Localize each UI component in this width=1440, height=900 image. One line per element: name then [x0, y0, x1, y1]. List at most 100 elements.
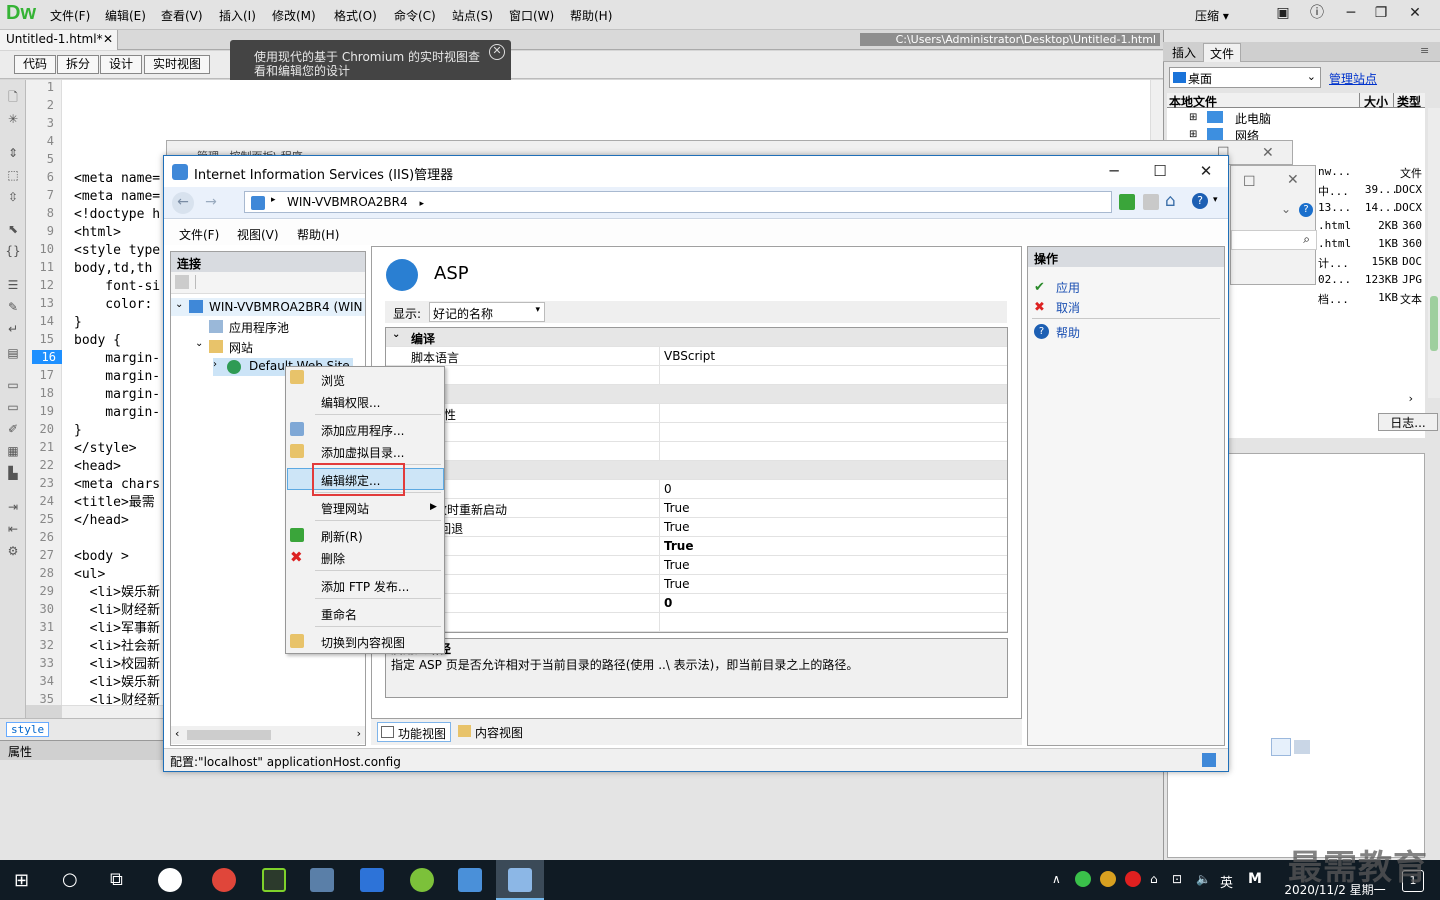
menu-window[interactable]: 窗口(W): [509, 7, 554, 24]
grid-row[interactable]: 性: [386, 613, 1007, 632]
bg-close-icon-2[interactable]: ✕: [1287, 172, 1299, 188]
tag-style[interactable]: style: [6, 722, 50, 737]
apply-comment-icon[interactable]: ▭: [5, 378, 21, 392]
grid-row[interactable]: 置更改时重新启动 True: [386, 499, 1007, 518]
details-view-icon[interactable]: [1271, 738, 1291, 756]
grid-row[interactable]: 性: [386, 423, 1007, 442]
app-icon-4[interactable]: [410, 868, 434, 892]
ime-indicator[interactable]: 英: [1220, 872, 1233, 891]
context-menu-item[interactable]: 删除: [321, 550, 345, 567]
expand-all-icon[interactable]: ⇳: [5, 190, 21, 204]
home-icon[interactable]: ⌂: [1165, 191, 1176, 211]
tab-files[interactable]: 文件: [1203, 43, 1242, 62]
qq-icon[interactable]: [1100, 871, 1116, 887]
task-view-icon[interactable]: ⧉: [110, 869, 123, 890]
move-css-icon[interactable]: ▙: [5, 466, 21, 480]
expand-icon[interactable]: ⊞: [1189, 129, 1197, 140]
bg-maximize-icon[interactable]: ☐: [1243, 174, 1256, 190]
context-menu-item[interactable]: 管理网站: [321, 500, 369, 517]
iis-close-icon[interactable]: ✕: [1183, 160, 1229, 184]
menu-help[interactable]: 帮助(H): [570, 7, 612, 24]
syntax-icon[interactable]: ▤: [5, 346, 21, 360]
site-select[interactable]: 桌面 ⌄: [1169, 67, 1321, 88]
grid-row[interactable]: 冲True: [386, 556, 1007, 575]
chevron-down-icon[interactable]: ▾: [1213, 195, 1218, 205]
collapse-icon[interactable]: ⌄: [195, 338, 203, 349]
forward-icon[interactable]: →: [200, 192, 222, 214]
grid-group-row[interactable]: ⌄ 编译: [386, 328, 1007, 347]
context-menu-item[interactable]: 添加 FTP 发布...: [321, 578, 409, 595]
outdent-icon[interactable]: ⇤: [5, 522, 21, 536]
remove-comment-icon[interactable]: ▭: [5, 400, 21, 414]
info-icon[interactable]: ⓘ: [1298, 2, 1336, 26]
menu-insert[interactable]: 插入(I): [219, 7, 256, 24]
start-icon[interactable]: ⊞: [14, 870, 29, 891]
ime-mode-icon[interactable]: M: [1248, 871, 1262, 887]
panel-menu-icon[interactable]: ≡: [1420, 44, 1429, 57]
live-view-button[interactable]: 实时视图: [144, 55, 211, 74]
properties-label[interactable]: 属性: [8, 743, 32, 760]
connections-hscrollbar[interactable]: ‹ ›: [171, 726, 365, 744]
close-icon[interactable]: ✕: [1396, 2, 1434, 26]
notification-icon[interactable]: ⌂: [1150, 872, 1158, 886]
grid-row[interactable]: 置 ID0: [386, 594, 1007, 613]
collapse-icon[interactable]: ⌄: [175, 299, 183, 310]
grid-row[interactable]: lus 属性: [386, 404, 1007, 423]
log-button[interactable]: 日志...: [1378, 413, 1438, 431]
iis-menu-file[interactable]: 文件(F): [179, 226, 219, 243]
tray-chevron-icon[interactable]: ∧: [1052, 872, 1061, 886]
recent-snippets-icon[interactable]: ▦: [5, 444, 21, 458]
iis-maximize-icon[interactable]: ☐: [1137, 160, 1183, 184]
tab-content-view[interactable]: 内容视图: [455, 722, 527, 742]
line-numbers-icon[interactable]: ☰: [5, 278, 21, 292]
context-menu-item[interactable]: 添加应用程序...: [321, 422, 404, 439]
tab-insert[interactable]: 插入: [1166, 43, 1202, 62]
back-icon[interactable]: ←: [172, 192, 194, 214]
bg-help-icon[interactable]: ?: [1299, 203, 1313, 217]
indent-icon[interactable]: ⇥: [5, 500, 21, 514]
dreamweaver-icon[interactable]: [262, 868, 286, 892]
extension-icon[interactable]: ▣: [1264, 2, 1302, 26]
design-view-button[interactable]: 设计: [100, 55, 143, 74]
grid-group-row[interactable]: [386, 461, 1007, 480]
grid-row[interactable]: 0: [386, 480, 1007, 499]
bg-close-icon[interactable]: ✕: [1262, 145, 1274, 161]
app-icon-2[interactable]: [310, 868, 334, 892]
search-icon[interactable]: ○: [62, 869, 78, 890]
grid-row[interactable]: 脚本语言 VBScript: [386, 347, 1007, 366]
menu-command[interactable]: 命令(C): [394, 7, 436, 24]
app-icon-3[interactable]: [360, 868, 384, 892]
context-menu-item[interactable]: 添加虚拟目录...: [321, 444, 404, 461]
grid-row[interactable]: 路径True: [386, 537, 1007, 556]
context-menu-item[interactable]: 浏览: [321, 372, 345, 389]
stop-icon[interactable]: [1143, 194, 1159, 210]
grid-row[interactable]: TML 回退True: [386, 518, 1007, 537]
refresh-icon[interactable]: [1119, 194, 1135, 210]
tree-this-pc[interactable]: 此电脑: [1235, 110, 1271, 127]
help-icon[interactable]: ?: [1192, 193, 1208, 209]
format-source-icon[interactable]: ⚙: [5, 544, 21, 558]
manage-sites-link[interactable]: 管理站点: [1329, 70, 1377, 87]
app-icon-1[interactable]: [158, 868, 182, 892]
tree-server[interactable]: ⌄ WIN-VVBMROA2BR4 (WIN: [171, 298, 365, 316]
action-cancel[interactable]: 取消: [1056, 299, 1080, 316]
scroll-thumb[interactable]: [187, 730, 271, 740]
collapse-selection-icon[interactable]: ⬚: [5, 168, 21, 182]
highlight-invalid-icon[interactable]: ✎: [5, 300, 21, 314]
action-apply[interactable]: 应用: [1056, 279, 1080, 296]
select-parent-tag-icon[interactable]: ⬉: [5, 222, 21, 236]
chrome-icon[interactable]: [212, 868, 236, 892]
grid-row[interactable]: 性: [386, 442, 1007, 461]
grid-row[interactable]: 编码True: [386, 575, 1007, 594]
menu-edit[interactable]: 编辑(E): [105, 7, 146, 24]
context-menu-item[interactable]: 切换到内容视图: [321, 634, 405, 651]
iis-menu-view[interactable]: 视图(V): [237, 226, 279, 243]
menu-file[interactable]: 文件(F): [50, 7, 90, 24]
expand-icon[interactable]: ›: [213, 359, 217, 370]
close-tab-icon[interactable]: ✕: [103, 32, 113, 46]
bg-chevron-icon[interactable]: ⌄: [1281, 202, 1291, 216]
action-help[interactable]: 帮助: [1056, 324, 1080, 341]
context-menu-item[interactable]: 重命名: [321, 606, 357, 623]
wechat-icon[interactable]: [1075, 871, 1091, 887]
tab-features-view[interactable]: 功能视图: [377, 722, 452, 742]
